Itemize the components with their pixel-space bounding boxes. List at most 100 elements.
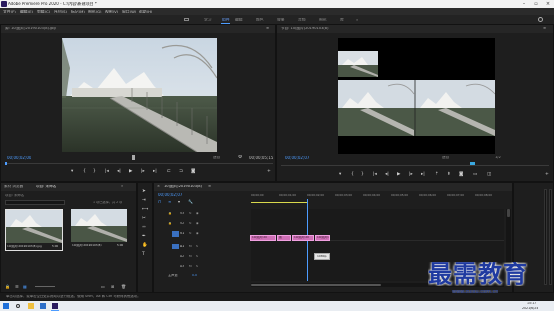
workspace-audio[interactable]: 音频	[298, 18, 306, 22]
eye-icon[interactable]: ◉	[196, 212, 199, 215]
track-select-tool-icon[interactable]: ⇥	[142, 198, 146, 203]
source-timecode-in[interactable]: 00;00;02;00	[7, 156, 31, 160]
delete-icon[interactable]: 🗑	[121, 284, 126, 289]
timeline-sequence-tab[interactable]: 10(图片)20190103(8)	[164, 185, 202, 189]
solo-icon[interactable]: S	[196, 255, 198, 258]
program-camera-icon[interactable]: ◙	[459, 172, 463, 177]
new-item-icon[interactable]: ⊞	[111, 284, 114, 289]
overwrite-icon[interactable]: ⊐	[179, 169, 183, 174]
tab-project[interactable]: 项目: 未命名	[36, 185, 56, 189]
playhead-marker[interactable]	[132, 155, 135, 160]
menu-file[interactable]: 文件(F)	[3, 10, 16, 14]
program-go-out-icon[interactable]: ▸|	[421, 172, 425, 177]
taskbar-date[interactable]: 2021/6/24	[522, 307, 538, 310]
selection-tool-icon[interactable]: ➤	[142, 189, 146, 194]
program-panel-menu-icon[interactable]: ≡	[543, 27, 546, 31]
h-scroll-thumb[interactable]	[251, 284, 381, 286]
sync-lock-icon[interactable]: ⇋	[189, 212, 192, 215]
new-bin-icon[interactable]: ▭	[101, 284, 105, 289]
vr-icon[interactable]: ◫	[487, 172, 491, 177]
project-item[interactable]: 10(图片)20190103(8).jpg 5:00	[5, 209, 63, 251]
wrench-icon[interactable]: ⚙	[238, 155, 242, 160]
workspace-color[interactable]: 颜色	[256, 18, 264, 22]
taskbar-search-icon[interactable]	[16, 304, 20, 308]
lift-icon[interactable]: ⇡	[435, 172, 439, 177]
compare-icon[interactable]: ▭	[473, 172, 477, 177]
scroll-thumb[interactable]	[507, 209, 510, 217]
pen-tool-icon[interactable]: ✒	[142, 234, 146, 239]
step-back-icon[interactable]: ◂|	[117, 169, 121, 174]
program-step-forward-icon[interactable]: |▸	[409, 172, 413, 177]
workspace-graphics[interactable]: 图形	[319, 18, 327, 22]
lock-icon[interactable]: 🔒	[168, 212, 172, 215]
menu-edit[interactable]: 编辑(E)	[20, 10, 33, 14]
program-play-icon[interactable]: ▶	[397, 172, 400, 177]
source-scrubber-track[interactable]	[5, 163, 273, 164]
timeline-menu-icon[interactable]: ≡	[208, 185, 211, 189]
panel-menu-icon[interactable]: ≡	[266, 27, 269, 31]
timeline-close-icon[interactable]: ×	[157, 185, 160, 189]
solo-icon[interactable]: S	[196, 245, 198, 248]
menu-sequence[interactable]: 序列(S)	[54, 10, 67, 14]
track-target-a1[interactable]	[172, 244, 179, 249]
slip-tool-icon[interactable]: ⇿	[142, 225, 146, 230]
mute-icon[interactable]: M	[189, 265, 192, 268]
search-icon[interactable]	[538, 17, 543, 22]
program-mark-in-icon[interactable]: ▾	[339, 172, 341, 177]
camera-icon[interactable]: ◙	[191, 169, 195, 174]
menu-graphics[interactable]: 图形(G)	[88, 10, 102, 14]
menu-window[interactable]: 窗口(W)	[122, 10, 136, 14]
timeline-ruler[interactable]: 00;00;00 00;00;01;00 00;00;02;00 00;00;0…	[251, 193, 509, 207]
mark-out-bracket-icon[interactable]: }	[93, 169, 96, 174]
thumbnail-size-slider[interactable]	[35, 286, 55, 287]
mark-in-bracket-icon[interactable]: {	[83, 169, 86, 174]
snap-icon[interactable]: ⊓	[158, 199, 161, 204]
program-go-in-icon[interactable]: |◂	[373, 172, 377, 177]
sync-lock-icon[interactable]: ⇋	[189, 232, 192, 235]
program-step-back-icon[interactable]: ◂|	[385, 172, 389, 177]
solo-icon[interactable]: S	[196, 265, 198, 268]
timeline-timecode[interactable]: 00;00;02;07	[158, 193, 182, 197]
step-forward-icon[interactable]: |▸	[141, 169, 145, 174]
linked-selection-icon[interactable]: ∞	[168, 199, 171, 204]
add-marker-icon[interactable]: ▾	[178, 199, 180, 204]
workspace-learning[interactable]: 学习	[204, 18, 212, 22]
mark-in-icon[interactable]: ▾	[71, 169, 73, 174]
premiere-taskbar-icon[interactable]	[52, 303, 58, 309]
source-monitor-tab[interactable]: 源: 10(图片)20190103(8).jpg	[5, 27, 56, 31]
program-out-bracket-icon[interactable]: }	[361, 172, 364, 177]
program-zoom-select[interactable]: 适合	[442, 156, 449, 160]
menu-help[interactable]: 帮助(H)	[139, 10, 152, 14]
source-playhead[interactable]	[5, 162, 7, 165]
extract-icon[interactable]: ⇞	[447, 172, 451, 177]
maximize-icon[interactable]: ▫	[532, 1, 540, 7]
icon-view-icon[interactable]: ▦	[23, 284, 27, 289]
lock-icon[interactable]: 🔒	[168, 222, 172, 225]
eye-icon[interactable]: ◉	[196, 232, 199, 235]
program-in-bracket-icon[interactable]: {	[351, 172, 354, 177]
close-icon[interactable]: ×	[544, 1, 552, 7]
menu-marker[interactable]: 标记(M)	[71, 10, 85, 14]
edge-browser-icon[interactable]	[40, 303, 46, 309]
insert-icon[interactable]: ⊏	[167, 169, 171, 174]
timeline-clip[interactable]: 10(图片)20	[315, 235, 330, 241]
program-resolution-select[interactable]: 1/2	[495, 156, 501, 160]
workspace-assembly[interactable]: 组件	[222, 18, 230, 22]
go-to-in-icon[interactable]: |◂	[105, 169, 109, 174]
home-icon[interactable]	[184, 18, 189, 21]
workspace-more[interactable]: »	[356, 18, 358, 22]
track-target-v1[interactable]	[172, 231, 179, 237]
menu-clip[interactable]: 剪辑(C)	[37, 10, 50, 14]
timeline-clip[interactable]: 10(图片)20	[292, 235, 314, 241]
type-tool-icon[interactable]: T	[142, 252, 145, 257]
go-to-out-icon[interactable]: ▸|	[153, 169, 157, 174]
program-timecode[interactable]: 00;00;02;07	[285, 156, 309, 160]
workspace-editing[interactable]: 编辑	[235, 18, 243, 22]
source-add-button[interactable]: +	[267, 169, 271, 174]
mute-icon[interactable]: M	[189, 255, 192, 258]
file-explorer-icon[interactable]	[28, 303, 34, 309]
timeline-clip[interactable]: 图	[277, 235, 291, 241]
program-add-button[interactable]: +	[545, 172, 549, 177]
project-search-input[interactable]	[5, 200, 65, 205]
razor-tool-icon[interactable]: ✂	[142, 216, 146, 221]
